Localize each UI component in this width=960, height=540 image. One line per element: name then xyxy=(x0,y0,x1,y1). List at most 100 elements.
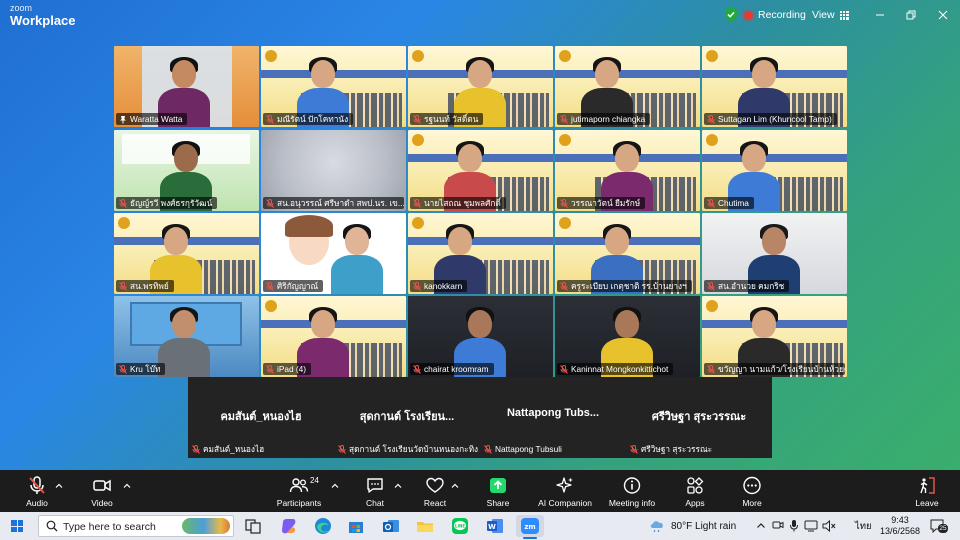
speaker-muted-icon[interactable] xyxy=(822,519,836,533)
close-button[interactable] xyxy=(934,6,952,24)
participant-name-tile[interactable]: สุดกานต์ โรงเรียน... สุดกานต์ โรงเรียนวัด… xyxy=(334,377,480,458)
edge-browser-icon[interactable] xyxy=(313,516,333,536)
zoom-app-icon[interactable]: zm xyxy=(520,516,540,536)
file-explorer-icon[interactable] xyxy=(415,516,435,536)
participant-name-tag: Suttagan Lim (Khuncool Tamp) xyxy=(704,113,837,125)
participant-video-tile[interactable]: มณีรัตน์ ปักโคทานัง xyxy=(261,46,406,127)
participant-video-tile[interactable]: ครูระเบียบ เกตุชาติ รร.บ้านยางฯ xyxy=(555,213,700,294)
windows-taskbar: Type here to search LINE W zm 80°F Light… xyxy=(0,512,960,540)
mic-muted-icon xyxy=(413,198,421,208)
chat-options-caret-icon[interactable] xyxy=(394,482,402,490)
participant-name: นายไสถณ ชุมพลศักดิ์ xyxy=(424,198,501,208)
participant-name: iPad (4) xyxy=(277,364,307,374)
mic-muted-icon xyxy=(119,364,127,374)
minimize-button[interactable] xyxy=(871,6,889,24)
audio-button[interactable]: Audio xyxy=(22,470,52,512)
participant-name-tag: คมสันต์_หนองไฮ xyxy=(192,443,264,455)
react-button[interactable]: React xyxy=(421,470,449,512)
participant-name-tag: kanokkarn xyxy=(410,280,468,292)
cloud-rain-icon xyxy=(650,521,663,533)
weather-widget[interactable]: 80°F Light rain xyxy=(649,512,736,540)
participant-name-tile[interactable]: คมสันต์_หนองไฮ คมสันต์_หนองไฮ xyxy=(188,377,334,458)
participant-video-tile[interactable]: สน.อนุวรรณ์ ศรีษาดำ สพป.นร. เข... xyxy=(261,130,406,211)
view-label: View xyxy=(812,9,835,21)
close-icon xyxy=(938,10,948,20)
participant-video-tile[interactable]: Waratta Watta xyxy=(114,46,259,127)
recording-indicator[interactable]: Recording xyxy=(744,6,806,24)
participant-video-tile[interactable]: Chutima xyxy=(702,130,847,211)
svg-text:LINE: LINE xyxy=(455,524,465,529)
windows-start-icon[interactable] xyxy=(11,520,23,532)
mic-muted-icon xyxy=(338,444,346,454)
participant-video-tile[interactable]: รฐนนท์ วัสดิ์ตน xyxy=(408,46,553,127)
network-icon[interactable] xyxy=(804,519,818,533)
leave-button[interactable]: Leave xyxy=(912,470,942,512)
video-label: Video xyxy=(91,498,113,508)
participant-name-tag: มณีรัตน์ ปักโคทานัง xyxy=(263,113,354,125)
mic-muted-icon xyxy=(413,281,421,291)
video-button[interactable]: Video xyxy=(87,470,117,512)
participant-name-tile[interactable]: ศรีวิษฐา สุระวรรณะ ศรีวิษฐา สุระวรรณะ xyxy=(626,377,772,458)
participant-video-tile[interactable]: นายไสถณ ชุมพลศักดิ์ xyxy=(408,130,553,211)
participant-name: ศิริกัญญาณ์ xyxy=(277,281,319,291)
more-button[interactable]: More xyxy=(738,470,766,512)
participant-video-tile[interactable]: Kru โบ๊ท xyxy=(114,296,259,377)
mic-muted-icon xyxy=(630,444,638,454)
tray-chevron-up-icon[interactable] xyxy=(756,521,766,531)
participant-video-tile[interactable]: ศิริกัญญาณ์ xyxy=(261,213,406,294)
chat-button[interactable]: Chat xyxy=(362,470,388,512)
microphone-in-use-icon[interactable] xyxy=(789,519,799,533)
participant-display-name: สุดกานต์ โรงเรียน... xyxy=(359,411,455,423)
react-options-caret-icon[interactable] xyxy=(451,482,459,490)
view-button[interactable]: View xyxy=(812,6,849,24)
participant-video-tile[interactable]: ขวัญญา นามแก้ว/โรงเรียนบ้านห้วยศก... xyxy=(702,296,847,377)
line-app-icon[interactable]: LINE xyxy=(450,516,470,536)
audio-options-caret-icon[interactable] xyxy=(55,482,63,490)
restore-button[interactable] xyxy=(902,6,920,24)
participant-video-tile[interactable]: Suttagan Lim (Khuncool Tamp) xyxy=(702,46,847,127)
input-language-indicator[interactable]: ไทย xyxy=(855,512,872,540)
participants-options-caret-icon[interactable] xyxy=(331,482,339,490)
taskbar-search-box[interactable]: Type here to search xyxy=(38,515,234,537)
participant-video-tile[interactable]: jutimaporn chiangka xyxy=(555,46,700,127)
participant-name: คมสันต์_หนองไฮ xyxy=(203,444,265,454)
participant-name: Nattapong Tubsuli xyxy=(495,444,562,454)
leave-label: Leave xyxy=(915,498,939,508)
encryption-shield-icon[interactable] xyxy=(724,7,738,22)
participant-video-tile[interactable]: iPad (4) xyxy=(261,296,406,377)
participant-name-tag: chairat kroomram xyxy=(410,363,494,375)
participant-video-tile[interactable]: สน.อำนวย คมกริช xyxy=(702,213,847,294)
participant-video-tile[interactable]: chairat kroomram xyxy=(408,296,553,377)
system-clock[interactable]: 9:43 13/6/2568 xyxy=(880,515,920,537)
leave-icon xyxy=(920,477,935,494)
participant-video-tile[interactable]: Kaninnat Mongkonkittichot xyxy=(555,296,700,377)
participant-name: Waratta Watta xyxy=(130,114,183,124)
ai-companion-button[interactable]: AI Companion xyxy=(536,470,594,512)
notification-center[interactable]: 25 xyxy=(930,519,948,534)
participant-video-tile[interactable]: สน.พรทิพย์ xyxy=(114,213,259,294)
participant-name-tag: สน.อนุวรรณ์ ศรีษาดำ สพป.นร. เข... xyxy=(263,197,404,209)
apps-button[interactable]: Apps xyxy=(681,470,709,512)
participant-name: สน.อนุวรรณ์ ศรีษาดำ สพป.นร. เข... xyxy=(277,198,404,208)
meet-now-icon[interactable] xyxy=(772,519,784,533)
word-icon[interactable]: W xyxy=(485,516,505,536)
participant-name: สุดกานต์ โรงเรียนวัดบ้านหนองกะทิง... xyxy=(349,444,478,454)
outlook-icon[interactable] xyxy=(381,516,401,536)
clock-time: 9:43 xyxy=(891,515,909,525)
microsoft-store-icon[interactable] xyxy=(346,516,366,536)
copilot-icon[interactable] xyxy=(279,516,299,536)
participant-video-tile[interactable]: ธัญญ์รวี พงศ์ธรกุรัวัฒน์ xyxy=(114,130,259,211)
participant-name-tag: ขวัญญา นามแก้ว/โรงเรียนบ้านห้วยศก... xyxy=(704,363,845,375)
chat-label: Chat xyxy=(366,498,384,508)
task-view-icon[interactable] xyxy=(243,516,263,536)
video-options-caret-icon[interactable] xyxy=(123,482,131,490)
info-icon xyxy=(623,477,641,494)
more-label: More xyxy=(742,498,762,508)
participant-video-tile[interactable]: วรรณาวัตน์ ยืมรักษ์ xyxy=(555,130,700,211)
meeting-info-button[interactable]: Meeting info xyxy=(606,470,658,512)
participant-name: kanokkarn xyxy=(424,281,463,291)
participant-name-tile[interactable]: Nattapong Tubs... Nattapong Tubsuli xyxy=(480,377,626,458)
participant-video-tile[interactable]: kanokkarn xyxy=(408,213,553,294)
share-button[interactable]: Share xyxy=(484,470,512,512)
mic-muted-icon xyxy=(560,364,568,374)
